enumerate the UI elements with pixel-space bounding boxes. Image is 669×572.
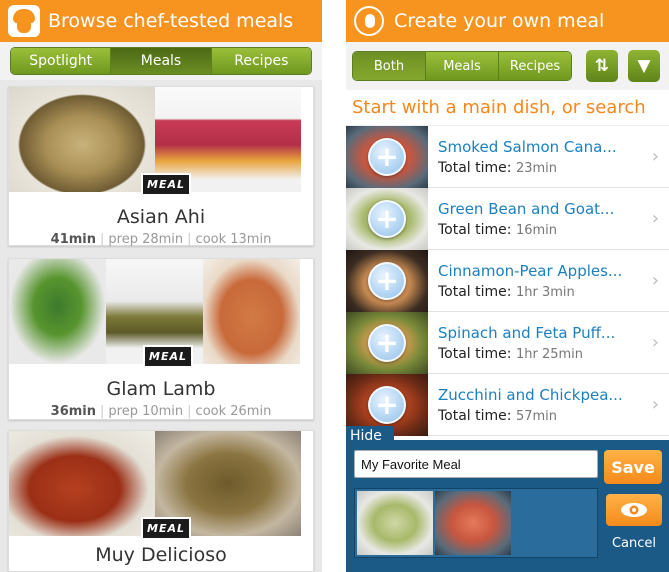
- total-time-label: Total time:: [438, 345, 512, 362]
- browse-segmented-control: Spotlight Meals Recipes: [10, 47, 312, 75]
- meal-prep-time: prep 28min: [108, 232, 184, 247]
- chevron-right-icon: ›: [651, 146, 659, 167]
- recipe-title: Smoked Salmon Cana...: [438, 137, 617, 156]
- tab-both[interactable]: Both: [353, 52, 426, 80]
- total-time-label: Total time:: [438, 159, 512, 176]
- eye-icon: [621, 503, 647, 517]
- meal-badge: MEAL: [143, 345, 193, 368]
- selected-items-strip[interactable]: [354, 488, 598, 558]
- recipe-time: 1hr 25min: [515, 346, 583, 362]
- app-screens: Browse chef-tested meals Spotlight Meals…: [0, 0, 669, 572]
- browse-header: Browse chef-tested meals: [0, 0, 322, 42]
- recipe-title: Spinach and Feta Puff...: [438, 323, 616, 342]
- add-icon[interactable]: +: [368, 385, 406, 424]
- meal-card-asian-ahi[interactable]: MEAL Asian Ahi 41min | prep 28min | cook 13m…: [8, 86, 314, 247]
- chevron-right-icon: ›: [651, 270, 659, 291]
- meal-cook-time: cook 13min: [195, 232, 272, 247]
- meal-times: 41min | prep 28min | cook 13min: [50, 232, 272, 247]
- chef-hat-icon: [8, 5, 40, 37]
- add-icon[interactable]: +: [368, 199, 406, 238]
- recipe-title: Cinnamon-Pear Apples...: [438, 261, 623, 280]
- filter-icon: ▼: [637, 56, 651, 76]
- meal-photo: [9, 259, 106, 364]
- meal-name: Muy Delicioso: [95, 544, 227, 566]
- create-toolbar: Both Meals Recipes ⇅ ▼: [346, 42, 669, 90]
- meal-card-list[interactable]: MEAL Asian Ahi 41min | prep 28min | cook 13m…: [0, 80, 322, 572]
- create-segmented-control: Both Meals Recipes: [352, 51, 572, 81]
- meal-card-glam-lamb[interactable]: MEAL Glam Lamb 36min | prep 10min | cook 26m…: [8, 258, 314, 420]
- utensils-icon: [354, 6, 384, 36]
- meal-times: 36min | prep 10min | cook 26min: [50, 404, 272, 419]
- sort-button[interactable]: ⇅: [586, 50, 618, 82]
- recipe-title: Green Bean and Goat...: [438, 199, 615, 218]
- recipe-row[interactable]: + Green Bean and Goat... Total time: 16mi…: [346, 187, 669, 250]
- meal-photo: [9, 87, 155, 192]
- preview-button[interactable]: [606, 494, 662, 526]
- recipe-time: 1hr 3min: [515, 284, 575, 300]
- recipe-thumbnail: +: [346, 126, 428, 188]
- tab-meals[interactable]: Meals: [426, 52, 499, 80]
- recipe-time: 57min: [515, 408, 558, 424]
- add-icon[interactable]: +: [368, 323, 406, 362]
- recipe-thumbnail: +: [346, 249, 428, 312]
- total-time-label: Total time:: [438, 283, 512, 300]
- meal-total-time: 36min: [50, 404, 97, 419]
- browse-tab-bar: Spotlight Meals Recipes: [0, 42, 322, 80]
- recipe-row[interactable]: + Smoked Salmon Cana... Total time: 23min…: [346, 126, 669, 188]
- cancel-button[interactable]: Cancel: [604, 536, 664, 551]
- total-time-label: Total time:: [438, 221, 512, 238]
- meal-name: Asian Ahi: [116, 206, 206, 228]
- total-time-label: Total time:: [438, 407, 512, 424]
- start-hint: Start with a main dish, or search: [346, 90, 669, 126]
- recipe-title: Zucchini and Chickpea...: [438, 385, 623, 404]
- tab-spotlight[interactable]: Spotlight: [11, 48, 112, 74]
- recipe-row[interactable]: + Cinnamon-Pear Apples... Total time: 1hr…: [346, 249, 669, 312]
- recipe-thumbnail: +: [346, 187, 428, 250]
- add-icon[interactable]: +: [368, 261, 406, 300]
- recipe-thumbnail: +: [346, 311, 428, 374]
- recipe-time: 16min: [515, 222, 558, 238]
- meal-name-input[interactable]: My Favorite Meal: [354, 450, 598, 478]
- recipe-time: 23min: [515, 160, 558, 176]
- meal-total-time: 41min: [50, 232, 97, 247]
- browse-screen: Browse chef-tested meals Spotlight Meals…: [0, 0, 322, 572]
- hide-button[interactable]: Hide: [346, 426, 394, 446]
- tab-recipes[interactable]: Recipes: [211, 48, 311, 74]
- meal-card-muy-delicioso[interactable]: MEAL Muy Delicioso: [8, 430, 314, 572]
- meal-badge: MEAL: [141, 173, 191, 196]
- add-icon[interactable]: +: [368, 137, 406, 176]
- recipe-list[interactable]: + Smoked Salmon Cana... Total time: 23min…: [346, 126, 669, 440]
- save-button[interactable]: Save: [604, 450, 662, 484]
- meal-builder-tray: Hide My Favorite Meal Save Cancel: [346, 426, 669, 572]
- selected-item-thumbnail[interactable]: [357, 491, 433, 555]
- chevron-right-icon: ›: [651, 394, 659, 415]
- create-title: Create your own meal: [394, 10, 605, 32]
- tab-recipes[interactable]: Recipes: [499, 52, 571, 80]
- create-screen: Create your own meal Both Meals Recipes …: [346, 0, 669, 572]
- meal-prep-time: prep 10min: [108, 404, 184, 419]
- sort-icon: ⇅: [594, 56, 610, 76]
- meal-cook-time: cook 26min: [195, 404, 272, 419]
- meal-name: Glam Lamb: [106, 378, 216, 400]
- recipe-row[interactable]: + Zucchini and Chickpea... Total time: 57…: [346, 373, 669, 436]
- meal-badge: MEAL: [141, 517, 191, 540]
- filter-button[interactable]: ▼: [628, 50, 660, 82]
- chevron-right-icon: ›: [651, 332, 659, 353]
- recipe-row[interactable]: + Spinach and Feta Puff... Total time: 1h…: [346, 311, 669, 374]
- create-header: Create your own meal: [346, 0, 669, 42]
- selected-item-thumbnail[interactable]: [435, 491, 511, 555]
- browse-title: Browse chef-tested meals: [48, 10, 294, 32]
- tab-meals[interactable]: Meals: [111, 48, 212, 74]
- chevron-right-icon: ›: [651, 208, 659, 229]
- meal-photo: [203, 259, 300, 364]
- meal-photo: [9, 431, 155, 536]
